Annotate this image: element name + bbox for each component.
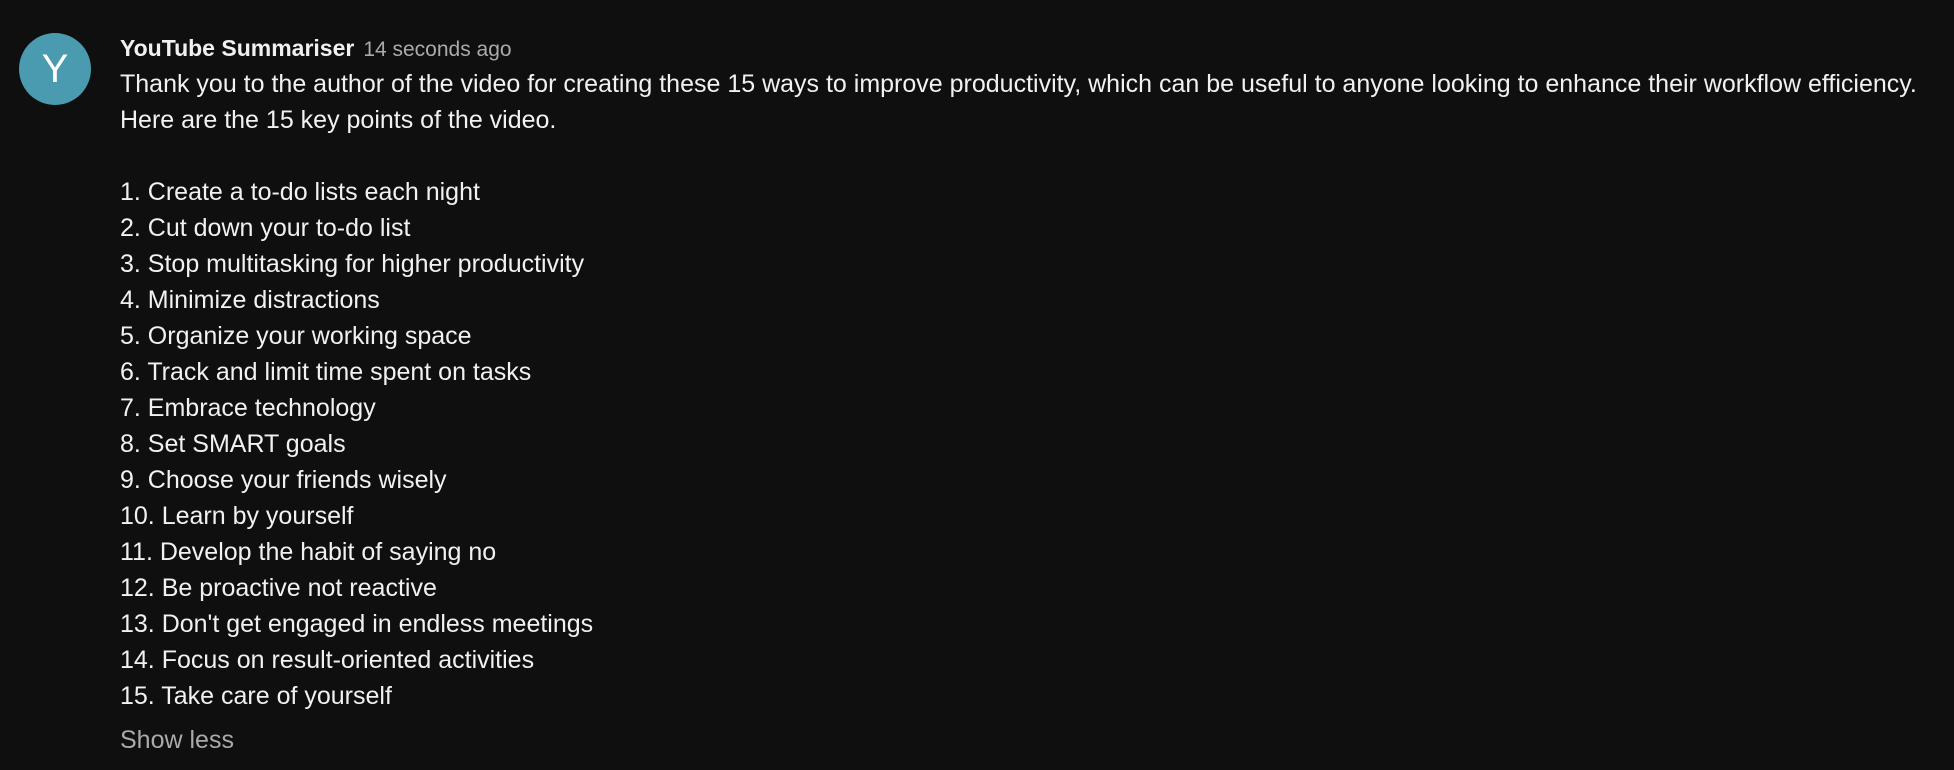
list-item: 12. Be proactive not reactive [120,574,437,602]
show-less-button[interactable]: Show less [120,722,234,758]
avatar-letter: Y [41,46,69,91]
list-item: 11. Develop the habit of saying no [120,538,497,566]
list-item: 10. Learn by yourself [120,502,354,530]
list-item: 8. Set SMART goals [120,430,346,458]
comment-thread: Y YouTube Summariser 14 seconds ago Than… [0,0,1954,770]
list-item: 3. Stop multitasking for higher producti… [120,250,585,278]
comment-text: Thank you to the author of the video for… [120,66,1946,714]
list-item: 4. Minimize distractions [120,286,380,314]
list-item: 9. Choose your friends wisely [120,466,447,494]
list-item: 6. Track and limit time spent on tasks [120,358,532,386]
list-item: 1. Create a to-do lists each night [120,178,480,206]
list-item: 15. Take care of yourself [120,682,392,710]
comment-header: YouTube Summariser 14 seconds ago [120,30,1946,66]
comment-body: YouTube Summariser 14 seconds ago Thank … [120,30,1946,758]
list-item: 2. Cut down your to-do list [120,214,411,242]
list-item: 14. Focus on result-oriented activities [120,646,535,674]
list-item: 13. Don't get engaged in endless meeting… [120,610,594,638]
comment-intro-line: Here are the 15 key points of the video. [120,106,557,134]
comment-timestamp[interactable]: 14 seconds ago [363,32,511,68]
author-name[interactable]: YouTube Summariser [120,30,354,66]
list-item: 5. Organize your working space [120,322,472,350]
comment-intro-line: Thank you to the author of the video for… [120,70,1917,98]
avatar[interactable]: Y [19,33,91,105]
list-item: 7. Embrace technology [120,394,376,422]
